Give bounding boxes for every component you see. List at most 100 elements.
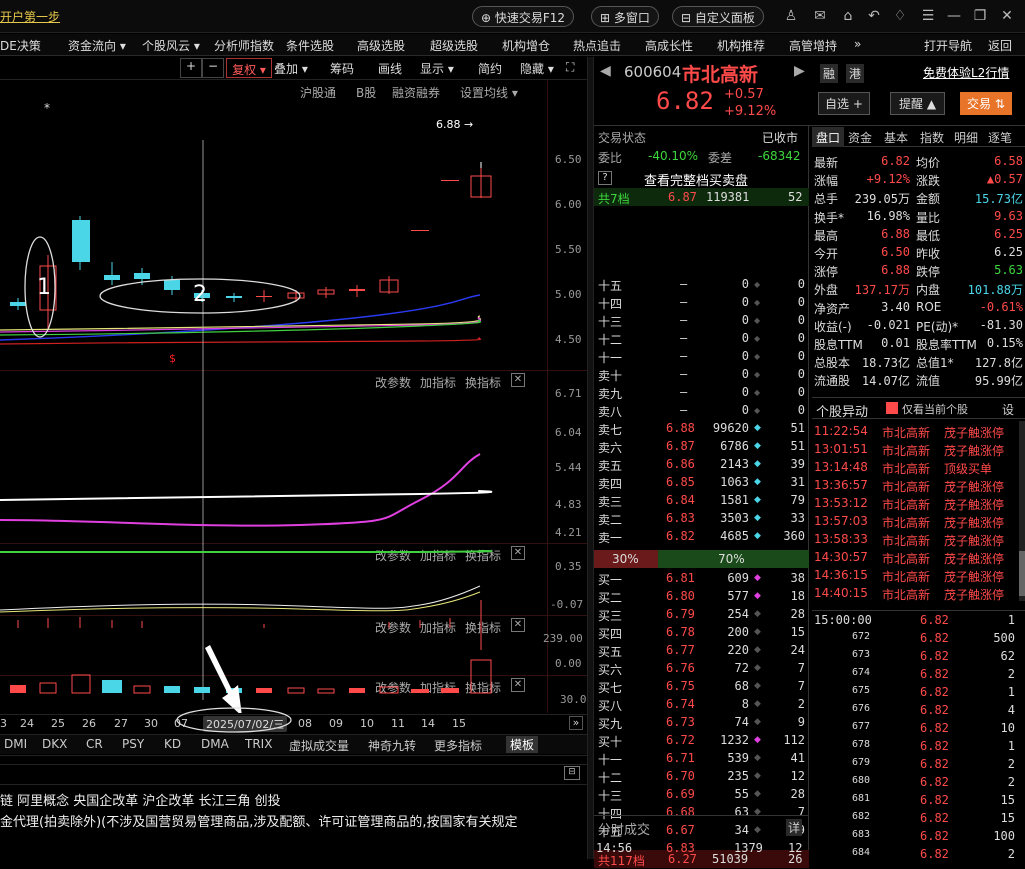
bid-row[interactable]: 买九 6.73 74 ◆ 9 (594, 714, 809, 732)
ask-row[interactable]: 卖三 6.84 1581 ◆ 79 (594, 492, 809, 510)
tab-funds[interactable]: 资金 (848, 129, 872, 146)
tab-tick-by-tick[interactable]: 逐笔 (988, 129, 1012, 146)
tab-detail[interactable]: 明细 (954, 129, 978, 146)
menu-item-6[interactable]: 超级选股 (430, 37, 478, 54)
menu-icon[interactable]: ☰ (920, 8, 936, 24)
tick-row[interactable]: 15:00:00 6.82 1 (812, 612, 1025, 630)
ask-row[interactable]: 卖一 6.82 4685 ◆ 360 (594, 528, 809, 546)
tab-cr[interactable]: CR (86, 737, 103, 751)
hide-button[interactable]: 隐藏 ▾ (520, 60, 554, 77)
restore-rights-button[interactable]: 复权 ▾ (226, 58, 272, 78)
quote-row[interactable]: 换手* 16.98% 量比 9.63 (812, 208, 1025, 226)
ask-row[interactable]: 卖九 — 0 ◆ 0 (594, 384, 809, 402)
draw-line-button[interactable]: 画线 (378, 60, 402, 77)
menu-item-13[interactable]: 打开导航 (924, 37, 972, 54)
menu-item-2[interactable]: 个股风云 ▾ (142, 37, 200, 54)
ask-row[interactable]: 卖六 6.87 6786 ◆ 51 (594, 438, 809, 456)
tab-virtual-volume[interactable]: 虚拟成交量 (289, 737, 349, 754)
ask-row[interactable]: 卖八 — 0 ◆ 0 (594, 402, 809, 420)
menu-item-5[interactable]: 高级选股 (357, 37, 405, 54)
tab-more-indicators[interactable]: 更多指标 (434, 737, 482, 754)
alert-row[interactable]: 14:36:15 市北高新 茂子触涨停 (812, 567, 1025, 585)
back-icon[interactable]: ↶ (866, 8, 882, 24)
menu-item-4[interactable]: 条件选股 (286, 37, 334, 54)
tab-trix[interactable]: TRIX (245, 737, 272, 751)
tick-row[interactable]: 683 6.82 100 (812, 828, 1025, 846)
bid-row[interactable]: 买八 6.74 8 ◆ 2 (594, 696, 809, 714)
alert-row[interactable]: 14:40:15 市北高新 茂子触涨停 (812, 585, 1025, 603)
tick-row[interactable]: 672 6.82 500 (812, 630, 1025, 648)
splitter[interactable] (587, 57, 594, 859)
chips-button[interactable]: 筹码 (330, 60, 354, 77)
menu-item-1[interactable]: 资金流向 ▾ (68, 37, 126, 54)
bid-row[interactable]: 十三 6.69 55 ◆ 28 (594, 786, 809, 804)
quote-row[interactable]: 最高 6.88 最低 6.25 (812, 226, 1025, 244)
ask-row[interactable]: 十三 — 0 ◆ 0 (594, 312, 809, 330)
tick-row[interactable]: 679 6.82 2 (812, 756, 1025, 774)
menu-item-10[interactable]: 机构推荐 (717, 37, 765, 54)
bid-row[interactable]: 买三 6.79 254 ◆ 28 (594, 606, 809, 624)
zoom-in-button[interactable]: + (180, 58, 202, 78)
quote-row[interactable]: 流通股 14.07亿 流值 95.99亿 (812, 371, 1025, 389)
tick-row[interactable]: 674 6.82 2 (812, 666, 1025, 684)
tab-index[interactable]: 指数 (920, 129, 944, 146)
detail-button[interactable]: 详 (786, 819, 803, 836)
tick-row[interactable]: 680 6.82 2 (812, 774, 1025, 792)
ask-row[interactable]: 卖七 6.88 99620 ◆ 51 (594, 420, 809, 438)
bid-row[interactable]: 买五 6.77 220 ◆ 24 (594, 642, 809, 660)
restore-icon[interactable]: ❐ (972, 8, 988, 24)
tab-dkx[interactable]: DKX (42, 737, 67, 751)
fullscreen-icon[interactable]: ⛶ (566, 60, 574, 75)
kline-chart-area[interactable]: + − 复权 ▾ 叠加 ▾ 筹码 画线 显示 ▾ 简约 隐藏 ▾ ⛶ 沪股通 B… (0, 57, 593, 733)
tick-row[interactable]: 684 6.82 2 (812, 846, 1025, 864)
quote-row[interactable]: 外盘 137.17万 内盘 101.88万 (812, 280, 1025, 298)
multi-window-button[interactable]: ⊞ 多窗口 (591, 6, 659, 27)
prev-stock-icon[interactable]: ◀ (600, 63, 611, 79)
ask-row[interactable]: 十五 — 0 ◆ 0 (594, 276, 809, 294)
add-watchlist-button[interactable]: 自选 + (818, 92, 870, 115)
tab-handicap[interactable]: 盘口 (812, 127, 844, 147)
alert-row[interactable]: 13:57:03 市北高新 茂子触涨停 (812, 513, 1025, 531)
simple-button[interactable]: 简约 (478, 60, 502, 77)
ask-row[interactable]: 十二 — 0 ◆ 0 (594, 330, 809, 348)
shirt-icon[interactable]: ♢ (892, 8, 908, 24)
trade-button[interactable]: 交易 ⇅ (960, 92, 1012, 115)
help-icon[interactable]: ? (598, 171, 612, 185)
close-icon[interactable]: ✕ (999, 8, 1015, 24)
zoom-out-button[interactable]: − (202, 58, 224, 78)
menu-item-12[interactable]: » (854, 37, 861, 51)
tab-basic[interactable]: 基本 (884, 129, 908, 146)
tick-row[interactable]: 678 6.82 1 (812, 738, 1025, 756)
alert-button[interactable]: 提醒 ▲ (890, 92, 946, 115)
menu-item-9[interactable]: 高成长性 (645, 37, 693, 54)
menu-item-8[interactable]: 热点追击 (573, 37, 621, 54)
full-book-button[interactable]: 查看完整档买卖盘 (644, 170, 748, 189)
user-icon[interactable]: ♙ (783, 8, 799, 24)
alert-row[interactable]: 14:30:57 市北高新 茂子触涨停 (812, 549, 1025, 567)
ask-row[interactable]: 十一 — 0 ◆ 0 (594, 348, 809, 366)
tab-template[interactable]: 模板 (506, 736, 539, 753)
app-title[interactable]: 开户第一步 (0, 8, 60, 25)
quote-row[interactable]: 总手 239.05万 金额 15.73亿 (812, 189, 1025, 207)
ask-row[interactable]: 卖四 6.85 1063 ◆ 31 (594, 474, 809, 492)
quote-row[interactable]: 股息TTM 0.01 股息率TTM 0.15% (812, 335, 1025, 353)
tab-psy[interactable]: PSY (122, 737, 144, 751)
mail-icon[interactable]: ✉ (812, 8, 828, 24)
alert-row[interactable]: 13:53:12 市北高新 茂子触涨停 (812, 495, 1025, 513)
quote-row[interactable]: 涨停 6.88 跌停 5.63 (812, 262, 1025, 280)
bid-row[interactable]: 买一 6.81 609 ◆ 38 (594, 570, 809, 588)
alert-row[interactable]: 13:58:33 市北高新 茂子触涨停 (812, 531, 1025, 549)
home-icon[interactable]: ⌂ (840, 8, 856, 24)
next-stock-icon[interactable]: ▶ (794, 63, 805, 79)
tick-row[interactable]: 675 6.82 1 (812, 684, 1025, 702)
bid-row[interactable]: 买七 6.75 68 ◆ 7 (594, 678, 809, 696)
bid-row[interactable]: 买四 6.78 200 ◆ 15 (594, 624, 809, 642)
bid-row[interactable]: 买二 6.80 577 ◆ 18 (594, 588, 809, 606)
tick-row[interactable]: 676 6.82 4 (812, 702, 1025, 720)
alert-row[interactable]: 11:22:54 市北高新 茂子触涨停 (812, 423, 1025, 441)
tick-row[interactable]: 677 6.82 10 (812, 720, 1025, 738)
tab-dmi[interactable]: DMI (4, 737, 27, 751)
alert-row[interactable]: 13:36:57 市北高新 茂子触涨停 (812, 477, 1025, 495)
minimize-icon[interactable]: — (946, 8, 962, 24)
scroll-right-icon[interactable]: » (569, 716, 583, 730)
